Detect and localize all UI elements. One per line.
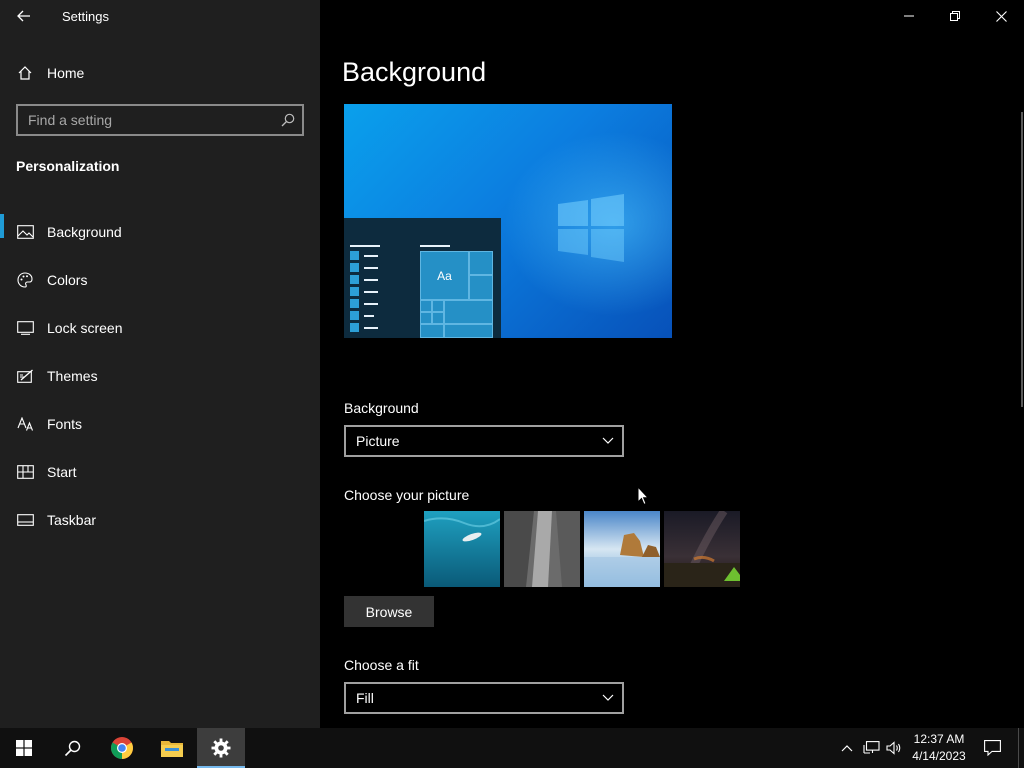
fonts-icon: [16, 415, 34, 433]
file-explorer-icon: [161, 741, 183, 757]
sidebar-item-fonts[interactable]: Fonts: [0, 400, 320, 448]
background-dropdown[interactable]: Picture: [344, 425, 624, 457]
picture-icon: [16, 223, 34, 241]
preview-start-menu: Aa: [344, 218, 501, 338]
notification-icon: [983, 740, 1001, 756]
settings-icon: [211, 738, 231, 758]
themes-icon: [16, 367, 34, 385]
mouse-cursor-icon: [637, 486, 649, 506]
back-button[interactable]: [8, 4, 40, 28]
chevron-down-icon: [602, 437, 614, 444]
preview-tile-large: Aa: [420, 251, 469, 300]
windows-start-icon: [16, 740, 32, 756]
restore-button[interactable]: [932, 0, 978, 32]
taskbar-icon: [16, 511, 34, 529]
app-title: Settings: [62, 9, 109, 24]
background-dropdown-value: Picture: [356, 433, 400, 449]
volume-button[interactable]: [884, 738, 904, 758]
picture-thumbnail-rock-cliff[interactable]: [504, 511, 580, 587]
taskbar: 12:37 AM 4/14/2023: [0, 728, 1024, 768]
sidebar-item-label: Taskbar: [47, 512, 97, 528]
taskbar-search-button[interactable]: [48, 728, 96, 768]
start-icon: [16, 463, 34, 481]
sidebar-item-label: Fonts: [47, 416, 83, 432]
preview-tile-label: Aa: [437, 268, 452, 283]
section-title: Personalization: [16, 158, 120, 174]
content-pane: Background Aa Background Picture Choose …: [320, 0, 1024, 728]
settings-sidebar: Settings Home Personalization: [0, 0, 320, 728]
choose-picture-label: Choose your picture: [344, 487, 470, 503]
sidebar-item-themes[interactable]: Themes: [0, 352, 320, 400]
picture-gallery: [424, 511, 740, 587]
file-explorer-taskbar-button[interactable]: [148, 728, 196, 768]
chrome-icon: [111, 737, 133, 759]
search-icon: [64, 740, 80, 756]
restore-icon: [950, 11, 960, 21]
chrome-taskbar-button[interactable]: [98, 728, 146, 768]
fit-label: Choose a fit: [344, 657, 419, 673]
personalization-nav: Background Colors Lock screen Themes Fon…: [0, 208, 320, 544]
sidebar-item-colors[interactable]: Colors: [0, 256, 320, 304]
show-desktop-button[interactable]: [1018, 728, 1024, 768]
sidebar-item-lock-screen[interactable]: Lock screen: [0, 304, 320, 352]
title-bar: Settings: [0, 0, 320, 32]
home-icon: [17, 65, 33, 81]
close-icon: [995, 10, 1007, 22]
home-label: Home: [47, 65, 85, 81]
picture-thumbnail-underwater[interactable]: [424, 511, 500, 587]
taskbar-clock[interactable]: 12:37 AM 4/14/2023: [906, 731, 972, 765]
settings-taskbar-button[interactable]: [197, 728, 245, 768]
clock-date: 4/14/2023: [912, 749, 966, 763]
sidebar-item-label: Background: [47, 224, 122, 240]
background-label: Background: [344, 400, 419, 416]
fit-dropdown[interactable]: Fill: [344, 682, 624, 714]
sidebar-item-label: Lock screen: [47, 320, 123, 336]
home-nav-item[interactable]: Home: [0, 57, 320, 89]
picture-thumbnail-beach[interactable]: [584, 511, 660, 587]
sidebar-item-label: Colors: [47, 272, 88, 288]
network-icon: [862, 741, 880, 754]
network-button[interactable]: [861, 738, 881, 758]
sidebar-item-taskbar[interactable]: Taskbar: [0, 496, 320, 544]
chevron-down-icon: [602, 694, 614, 701]
search-box[interactable]: [16, 104, 304, 136]
browse-button[interactable]: Browse: [344, 596, 434, 627]
windows-logo-icon: [558, 194, 624, 262]
minimize-icon: [904, 15, 914, 17]
chevron-up-icon: [841, 745, 853, 752]
picture-thumbnail-night-sky[interactable]: [664, 511, 740, 587]
palette-icon: [16, 271, 34, 289]
sidebar-item-label: Themes: [47, 368, 98, 384]
action-center-button[interactable]: [978, 728, 1006, 768]
minimize-button[interactable]: [886, 0, 932, 32]
sidebar-item-background[interactable]: Background: [0, 208, 320, 256]
close-button[interactable]: [978, 0, 1024, 32]
show-hidden-icons-button[interactable]: [837, 738, 857, 758]
sidebar-item-label: Start: [47, 464, 77, 480]
desktop-preview: Aa: [344, 104, 672, 338]
start-button[interactable]: [0, 728, 48, 768]
scrollbar[interactable]: [1021, 112, 1023, 407]
clock-time: 12:37 AM: [913, 732, 965, 746]
page-title: Background: [342, 57, 487, 87]
search-input[interactable]: [18, 112, 274, 128]
fit-dropdown-value: Fill: [356, 690, 374, 706]
back-arrow-icon: [17, 10, 30, 22]
speaker-icon: [885, 741, 900, 755]
window-controls: [886, 0, 1024, 32]
lock-screen-icon: [16, 319, 34, 337]
search-icon[interactable]: [274, 106, 302, 134]
sidebar-item-start[interactable]: Start: [0, 448, 320, 496]
